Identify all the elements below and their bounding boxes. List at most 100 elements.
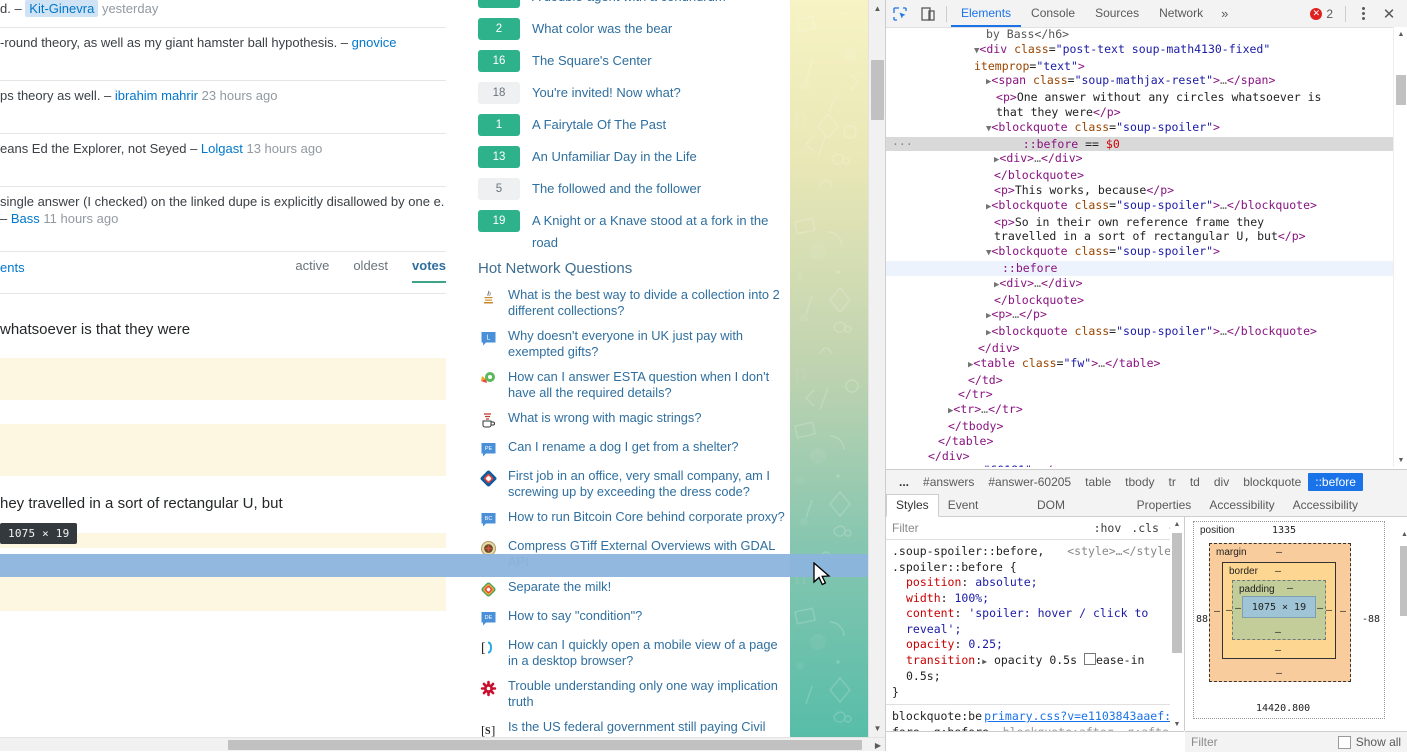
styles-filter-input[interactable]: Filter bbox=[892, 521, 919, 535]
hot-question-item[interactable]: DE How to say "condition"? bbox=[478, 608, 788, 628]
dom-node-line[interactable]: ▶<blockquote class="soup-spoiler">…</blo… bbox=[886, 324, 1407, 341]
hot-question-item[interactable]: First job in an office, very small compa… bbox=[478, 468, 788, 500]
css-property[interactable]: opacity bbox=[906, 637, 954, 651]
tab-oldest[interactable]: oldest bbox=[353, 258, 388, 283]
comment-user-link[interactable]: Kit-Ginevra bbox=[25, 0, 99, 17]
scroll-up-arrow[interactable]: ▲ bbox=[1170, 517, 1184, 531]
style-source-link[interactable]: primary.css?v=e1103843aaef:1 bbox=[984, 709, 1178, 723]
style-rule-source[interactable]: <style>…</style> bbox=[1067, 544, 1178, 560]
dom-node-line[interactable]: </blockquote> bbox=[886, 168, 1407, 183]
box-position-right[interactable]: -88 bbox=[1362, 614, 1380, 625]
question-link[interactable]: A Fairytale Of The Past bbox=[532, 114, 666, 136]
tab-event-listeners[interactable]: Event Listeners bbox=[939, 495, 1028, 533]
css-value[interactable]: absolute; bbox=[975, 575, 1037, 589]
dom-node-line[interactable]: <a name="60181"></a> bbox=[886, 463, 1407, 467]
question-link[interactable]: The followed and the follower bbox=[532, 178, 701, 200]
question-link[interactable]: An Unfamiliar Day in the Life bbox=[532, 146, 697, 168]
device-toolbar-icon[interactable] bbox=[914, 0, 942, 27]
dom-tree[interactable]: by Bass</h6> ▼<div class="post-text soup… bbox=[886, 27, 1407, 467]
dom-tree-scrollbar[interactable]: ▲ ▼ bbox=[1393, 27, 1407, 467]
devtools-menu-icon[interactable] bbox=[1352, 0, 1374, 27]
related-question-row[interactable]: 2 What color was the bear bbox=[478, 18, 788, 50]
question-link[interactable]: A Knight or a Knave stood at a fork in t… bbox=[532, 210, 788, 254]
hot-question-link[interactable]: Can I rename a dog I get from a shelter? bbox=[508, 439, 738, 455]
hot-question-item[interactable]: What is wrong with magic strings? bbox=[478, 410, 788, 430]
breadcrumb-item-tbody[interactable]: tbody bbox=[1118, 473, 1161, 491]
box-padding-left[interactable]: – bbox=[1235, 603, 1241, 614]
tab-console[interactable]: Console bbox=[1021, 0, 1085, 27]
breadcrumb-overflow[interactable]: ... bbox=[892, 473, 916, 491]
dom-node-line[interactable]: travelled in a sort of rectangular U, bu… bbox=[886, 229, 1407, 244]
dom-node-line[interactable]: ▼<blockquote class="soup-spoiler"> bbox=[886, 244, 1407, 261]
hot-question-item[interactable]: Separate the milk! bbox=[478, 579, 788, 599]
scrollbar-thumb[interactable] bbox=[871, 60, 884, 120]
breadcrumb-item-blockquote[interactable]: blockquote bbox=[1236, 473, 1308, 491]
scroll-up-arrow[interactable]: ▲ bbox=[1394, 27, 1407, 41]
tab-properties[interactable]: Properties bbox=[1128, 495, 1201, 516]
question-link[interactable]: What color was the bear bbox=[532, 18, 672, 40]
css-value[interactable]: 100%; bbox=[954, 591, 989, 605]
tab-elements[interactable]: Elements bbox=[951, 0, 1021, 27]
scroll-down-arrow[interactable]: ▼ bbox=[1170, 717, 1184, 731]
box-border-top[interactable]: – bbox=[1275, 566, 1281, 577]
hot-question-item[interactable]: BC How to run Bitcoin Core behind corpor… bbox=[478, 509, 788, 529]
dom-node-line[interactable]: itemprop="text"> bbox=[886, 59, 1407, 74]
related-question-row[interactable]: 18 You're invited! Now what? bbox=[478, 82, 788, 114]
scroll-up-arrow[interactable]: ▲ bbox=[1398, 528, 1407, 541]
scroll-right-arrow[interactable]: ▶ bbox=[872, 739, 884, 751]
dom-node-line[interactable]: </div> bbox=[886, 341, 1407, 356]
style-rule-source[interactable]: primary.css?v=e1103843aaef:1 bbox=[984, 709, 1178, 725]
dom-node-line-selected[interactable]: ::before bbox=[886, 260, 1407, 276]
dom-node-line[interactable]: ▶<blockquote class="soup-spoiler">…</blo… bbox=[886, 198, 1407, 215]
hot-question-item[interactable]: L Why doesn't everyone in UK just pay wi… bbox=[478, 328, 788, 360]
hot-question-item[interactable]: How can I answer ESTA question when I do… bbox=[478, 369, 788, 401]
dom-node-line[interactable]: ▼<blockquote class="soup-spoiler"> bbox=[886, 120, 1407, 137]
css-property[interactable]: width bbox=[906, 591, 941, 605]
box-margin-right[interactable]: – bbox=[1340, 606, 1346, 617]
box-position-left[interactable]: 88 bbox=[1196, 614, 1208, 625]
breadcrumb-item-table[interactable]: table bbox=[1078, 473, 1118, 491]
comment-user-link[interactable]: gnovice bbox=[352, 35, 397, 50]
hot-question-link[interactable]: What is the best way to divide a collect… bbox=[508, 287, 788, 319]
tab-accessibility[interactable]: Accessibility bbox=[1200, 495, 1283, 516]
show-all-checkbox[interactable] bbox=[1337, 735, 1351, 749]
tab-dom-breakpoints[interactable]: DOM Breakpoints bbox=[1028, 495, 1128, 533]
tab-accessibility-properties[interactable]: Accessibility Properties bbox=[1284, 495, 1407, 533]
box-model-content-size[interactable]: 1075 × 19 bbox=[1242, 596, 1316, 618]
scroll-down-arrow[interactable]: ▼ bbox=[1394, 453, 1407, 467]
scroll-up-arrow[interactable]: ▲ bbox=[869, 0, 885, 17]
hot-question-item[interactable]: What is the best way to divide a collect… bbox=[478, 287, 788, 319]
hot-question-item[interactable]: Trouble understanding only one way impli… bbox=[478, 678, 788, 710]
hov-toggle[interactable]: :hov bbox=[1094, 521, 1122, 535]
easing-swatch-icon[interactable] bbox=[1083, 652, 1096, 665]
more-tabs-icon[interactable]: » bbox=[1213, 6, 1236, 21]
dom-node-line[interactable]: ▶<div>…</div> bbox=[886, 151, 1407, 168]
css-property[interactable]: content bbox=[906, 606, 954, 620]
page-horizontal-scrollbar[interactable]: ▶ bbox=[0, 737, 885, 751]
box-padding-bottom[interactable]: – bbox=[1275, 627, 1281, 638]
question-link[interactable]: You're invited! Now what? bbox=[532, 82, 681, 104]
dom-node-line[interactable]: ▶<tr>…</tr> bbox=[886, 402, 1407, 419]
css-property[interactable]: position bbox=[906, 575, 961, 589]
hot-question-link[interactable]: Why doesn't everyone in UK just pay with… bbox=[508, 328, 788, 360]
related-question-row[interactable]: 19 A Knight or a Knave stood at a fork i… bbox=[478, 210, 788, 250]
dom-node-line[interactable]: ▶<table class="fw">…</table> bbox=[886, 356, 1407, 373]
tab-active[interactable]: active bbox=[295, 258, 329, 283]
box-position-bottom[interactable]: 14420.800 bbox=[1256, 703, 1310, 714]
dom-node-line[interactable]: ▶<p>…</p> bbox=[886, 307, 1407, 324]
computed-filter-input[interactable]: Filter bbox=[1191, 735, 1218, 749]
related-question-row[interactable]: 1 A Fairytale Of The Past bbox=[478, 114, 788, 146]
related-question-row[interactable]: 13 An Unfamiliar Day in the Life bbox=[478, 146, 788, 178]
styles-pane-scrollbar[interactable]: ▲ ▼ bbox=[1170, 517, 1184, 731]
hot-question-link[interactable]: What is wrong with magic strings? bbox=[508, 410, 701, 426]
dom-node-line[interactable]: by Bass</h6> bbox=[886, 27, 1407, 42]
dom-node-line[interactable]: </tbody> bbox=[886, 419, 1407, 434]
related-question-row[interactable]: 5 The followed and the follower bbox=[478, 178, 788, 210]
question-link[interactable]: A double-agent with a conundrum bbox=[532, 0, 726, 8]
hot-question-link[interactable]: How can I answer ESTA question when I do… bbox=[508, 369, 788, 401]
breadcrumb-item-answers[interactable]: #answers bbox=[916, 473, 981, 491]
hot-question-link[interactable]: First job in an office, very small compa… bbox=[508, 468, 788, 500]
comment-user-link[interactable]: Lolgast bbox=[201, 141, 243, 156]
question-link[interactable]: The Square's Center bbox=[532, 50, 652, 72]
box-position-top[interactable]: 1335 bbox=[1272, 525, 1296, 536]
